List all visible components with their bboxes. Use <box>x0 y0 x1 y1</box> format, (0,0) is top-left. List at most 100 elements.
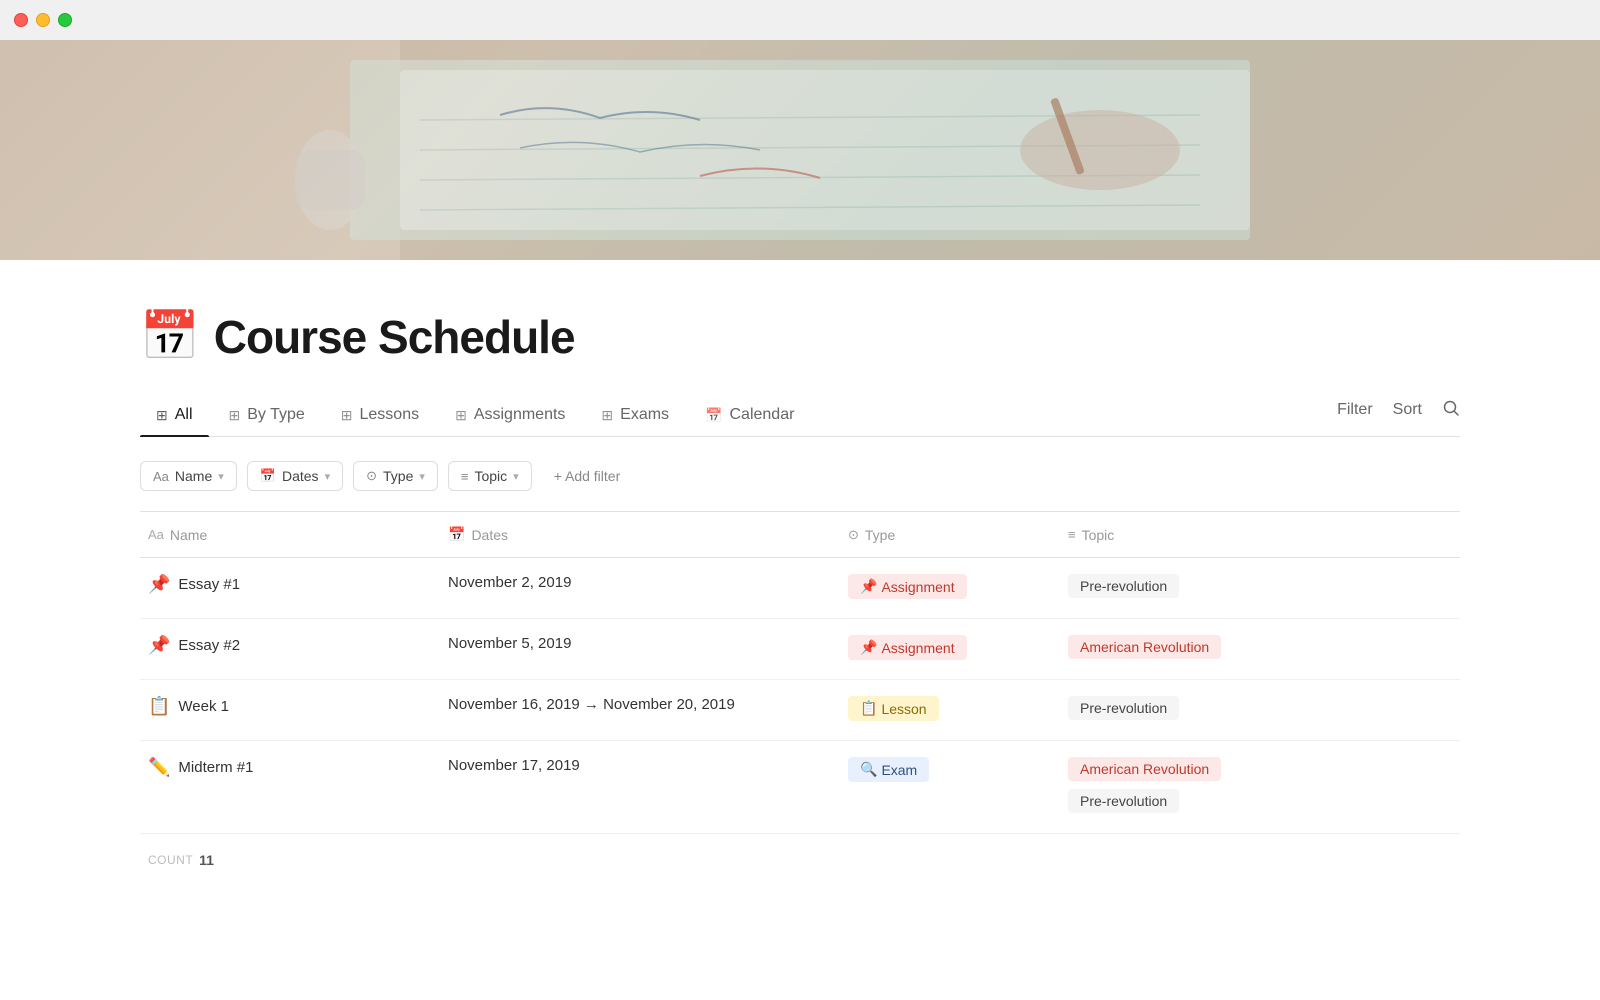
topic-chip: American Revolution <box>1068 635 1221 659</box>
row-name-3: 📋 Week 1 <box>140 680 440 733</box>
row-dates-3: November 16, 2019 → November 20, 2019 <box>440 680 840 729</box>
topic-col-label: Topic <box>1082 527 1115 543</box>
tab-label-all: All <box>175 406 193 424</box>
type-col-icon: ⊙ <box>848 527 859 543</box>
type-badge-emoji-3: 📋 <box>860 700 877 717</box>
row-type-2: 📌Assignment <box>840 619 1060 676</box>
table: Aa Name 📅 Dates ⊙ Type ≡ Topic 📌 Essay #1… <box>140 511 1460 886</box>
sort-action[interactable]: Sort <box>1393 401 1422 419</box>
close-button[interactable] <box>14 13 28 27</box>
filter-icon-topic: ≡ <box>461 469 469 484</box>
row-name-1: 📌 Essay #1 <box>140 558 440 611</box>
filter-row: AaName▾ 📅 Dates ▾ ⊙ Type ▾ ≡ Topic ▾ + Add filter <box>140 461 1460 491</box>
column-header-name: Aa Name <box>140 522 440 547</box>
tab-label-exams: Exams <box>620 406 669 424</box>
row-type-1: 📌Assignment <box>840 558 1060 615</box>
dates-col-label: Dates <box>471 527 508 543</box>
tab-icon-lessons: ⊞ <box>341 407 353 424</box>
topic-col-icon: ≡ <box>1068 527 1076 542</box>
row-topic-3: Pre-revolution <box>1060 680 1460 740</box>
filter-type[interactable]: ⊙ Type ▾ <box>353 461 438 491</box>
row-emoji-3: 📋 <box>148 696 170 717</box>
filter-label-type: Type <box>383 468 413 484</box>
row-type-3: 📋Lesson <box>840 680 1060 737</box>
type-badge-1: 📌Assignment <box>848 574 967 599</box>
row-emoji-4: ✏️ <box>148 757 170 778</box>
filter-chevron-topic: ▾ <box>513 470 519 483</box>
table-header: Aa Name 📅 Dates ⊙ Type ≡ Topic <box>140 512 1460 558</box>
row-name-text-1: Essay #1 <box>178 576 240 593</box>
table-row[interactable]: ✏️ Midterm #1 November 17, 2019 🔍Exam Americ… <box>140 741 1460 834</box>
filter-topic[interactable]: ≡ Topic ▾ <box>448 461 532 491</box>
row-dates-1: November 2, 2019 <box>440 558 840 607</box>
main-content: 📅 Course Schedule ⊞ All ⊞ By Type ⊞ Lessons ⊞ A… <box>0 260 1600 926</box>
tab-icon-assignments: ⊞ <box>455 407 467 424</box>
table-row[interactable]: 📌Essay #2November 5, 2019📌AssignmentAmer… <box>140 619 1460 680</box>
row-name-text-3: Week 1 <box>178 698 229 715</box>
search-action[interactable] <box>1442 399 1460 422</box>
page-title-row: 📅 Course Schedule <box>140 310 1460 364</box>
maximize-button[interactable] <box>58 13 72 27</box>
filter-icon-name: Aa <box>153 469 169 484</box>
type-badge-emoji-1: 📌 <box>860 578 877 595</box>
tab-all[interactable]: ⊞ All <box>140 396 209 436</box>
row-emoji-1: 📌 <box>148 574 170 595</box>
type-badge-emoji-2: 📌 <box>860 639 877 656</box>
row-topic-4: American Revolution Pre-revolution <box>1060 741 1460 833</box>
tab-label-lessons: Lessons <box>360 406 420 424</box>
filter-label-dates: Dates <box>282 468 319 484</box>
row-type-4: 🔍Exam <box>840 741 1060 798</box>
name-col-icon: Aa <box>148 527 164 542</box>
tab-icon-by-type: ⊞ <box>229 407 241 424</box>
add-filter-button[interactable]: + Add filter <box>542 462 633 490</box>
count-row: COUNT 11 <box>140 834 1460 886</box>
filter-chevron-type: ▾ <box>419 470 425 483</box>
row-name-text-4: Midterm #1 <box>178 759 253 776</box>
tab-by-type[interactable]: ⊞ By Type <box>213 396 321 436</box>
column-header-dates: 📅 Dates <box>440 522 840 547</box>
column-header-type: ⊙ Type <box>840 522 1060 547</box>
filter-chevron-name: ▾ <box>218 470 224 483</box>
count-label: COUNT <box>148 853 193 867</box>
filter-icon-type: ⊙ <box>366 468 377 484</box>
row-topic-2: American Revolution <box>1060 619 1460 679</box>
type-badge-emoji-4: 🔍 <box>860 761 877 778</box>
row-topic-1: Pre-revolution <box>1060 558 1460 618</box>
row-dates-4: November 17, 2019 <box>440 741 840 790</box>
filter-action[interactable]: Filter <box>1337 401 1373 419</box>
table-row[interactable]: 📋 Week 1 November 16, 2019 → November 20, … <box>140 680 1460 741</box>
tab-icon-all: ⊞ <box>156 407 168 424</box>
tabs-left: ⊞ All ⊞ By Type ⊞ Lessons ⊞ Assignments ⊞ Exams 📅 C… <box>140 396 1337 436</box>
filter-label-topic: Topic <box>474 468 507 484</box>
tab-label-assignments: Assignments <box>474 406 566 424</box>
tab-icon-calendar: 📅 <box>705 407 722 424</box>
type-badge-4: 🔍Exam <box>848 757 929 782</box>
page-title-emoji: 📅 <box>140 313 200 361</box>
dates-col-icon: 📅 <box>448 526 465 543</box>
type-badge-2: 📌Assignment <box>848 635 967 660</box>
row-emoji-2: 📌 <box>148 635 170 656</box>
tab-calendar[interactable]: 📅 Calendar <box>689 396 810 436</box>
table-row[interactable]: 📌 Essay #1 November 2, 2019 📌Assignment Pre-… <box>140 558 1460 619</box>
tab-label-by-type: By Type <box>247 406 305 424</box>
filter-dates[interactable]: 📅 Dates ▾ <box>247 461 343 491</box>
tab-lessons[interactable]: ⊞ Lessons <box>325 396 435 436</box>
tab-assignments[interactable]: ⊞ Assignments <box>439 396 581 436</box>
row-name-text-2: Essay #2 <box>178 637 240 654</box>
filter-chevron-dates: ▾ <box>325 470 331 483</box>
row-name-2: 📌 Essay #2 <box>140 619 440 672</box>
table-body: 📌 Essay #1 November 2, 2019 📌Assignment Pre-… <box>140 558 1460 834</box>
topic-chip: Pre-revolution <box>1068 789 1179 813</box>
tabs-row: ⊞ All ⊞ By Type ⊞ Lessons ⊞ Assignments ⊞ Exams 📅 C… <box>140 396 1460 437</box>
filter-name[interactable]: AaName▾ <box>140 461 237 491</box>
name-col-label: Name <box>170 527 207 543</box>
tab-label-calendar: Calendar <box>730 406 795 424</box>
type-col-label: Type <box>865 527 895 543</box>
topic-chip: American Revolution <box>1068 757 1221 781</box>
topic-chip: Pre-revolution <box>1068 696 1179 720</box>
filter-icon-dates: 📅 <box>260 468 276 484</box>
tabs-right: Filter Sort <box>1337 399 1460 434</box>
tab-icon-exams: ⊞ <box>601 407 613 424</box>
tab-exams[interactable]: ⊞ Exams <box>585 396 685 436</box>
minimize-button[interactable] <box>36 13 50 27</box>
